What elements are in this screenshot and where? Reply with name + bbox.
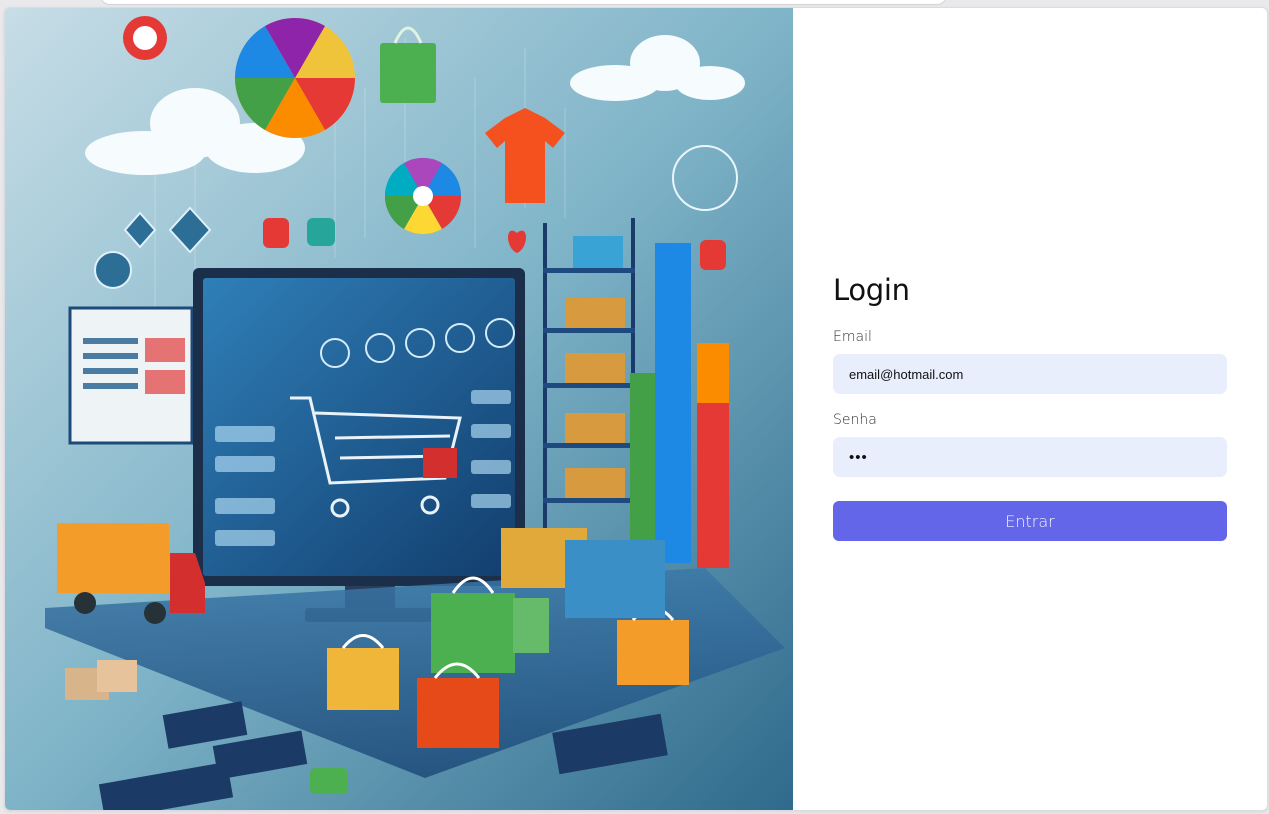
login-form: Login Email Senha Entrar	[833, 273, 1227, 541]
login-card: Login Email Senha Entrar	[4, 7, 1268, 811]
login-title: Login	[833, 273, 910, 307]
password-label: Senha	[833, 412, 877, 428]
browser-top-edge	[100, 0, 947, 5]
password-input[interactable]	[833, 437, 1227, 477]
email-input[interactable]	[833, 354, 1227, 394]
submit-button[interactable]: Entrar	[833, 501, 1227, 541]
email-label: Email	[833, 329, 872, 345]
ecommerce-illustration	[5, 8, 793, 810]
